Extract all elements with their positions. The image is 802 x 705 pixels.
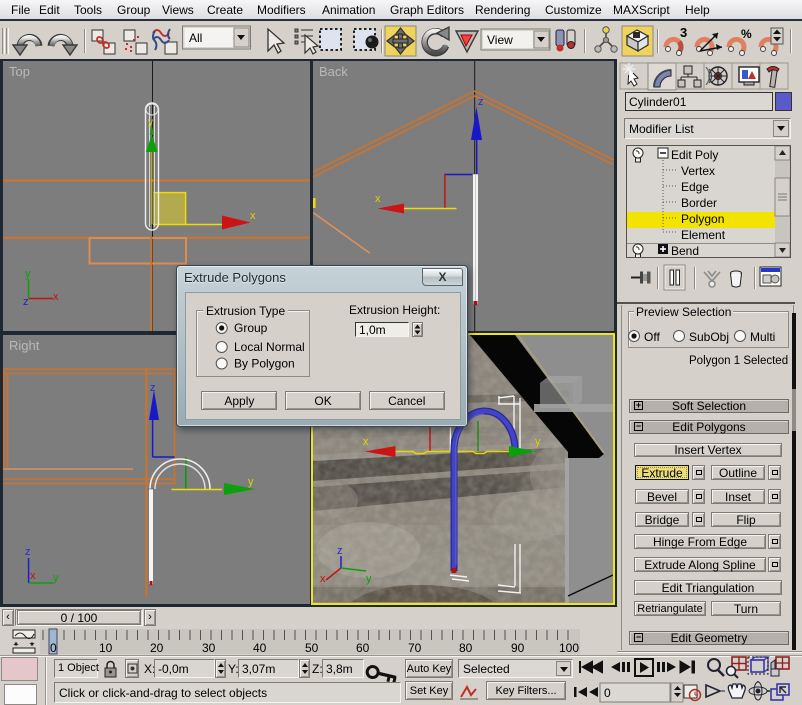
svg-text:y: y — [148, 117, 153, 128]
svg-text:x: x — [53, 291, 59, 303]
svg-text:Extrusion Height:: Extrusion Height: — [349, 303, 440, 317]
svg-text:All: All — [189, 31, 202, 45]
svg-text:By Polygon: By Polygon — [234, 357, 295, 371]
svg-text:x: x — [320, 573, 326, 585]
svg-text:Edit Poly: Edit Poly — [671, 148, 718, 162]
svg-text:90: 90 — [511, 641, 525, 655]
svg-text:0: 0 — [50, 641, 57, 655]
svg-text:20: 20 — [150, 641, 164, 655]
svg-text:z: z — [337, 545, 343, 557]
svg-text:Local Normal: Local Normal — [234, 340, 305, 354]
svg-text:Element: Element — [681, 228, 726, 242]
svg-text:y: y — [248, 476, 254, 488]
svg-text:z: z — [23, 296, 29, 308]
svg-text:z: z — [25, 546, 31, 558]
svg-text:0: 0 — [604, 686, 611, 700]
svg-text:Group: Group — [234, 321, 268, 335]
svg-text:10: 10 — [99, 641, 113, 655]
svg-text:Vertex: Vertex — [681, 164, 715, 178]
svg-text:%: % — [741, 27, 752, 41]
svg-text:x: x — [30, 570, 36, 582]
svg-text:60: 60 — [356, 641, 370, 655]
svg-text:z: z — [478, 96, 484, 108]
svg-text:y: y — [25, 268, 31, 280]
svg-text:Back: Back — [319, 64, 348, 79]
svg-text:x: x — [250, 210, 256, 222]
svg-text:40: 40 — [253, 641, 267, 655]
svg-text:30: 30 — [202, 641, 216, 655]
svg-text:Off: Off — [644, 330, 660, 344]
svg-text:x: x — [375, 193, 381, 205]
svg-text:Polygon: Polygon — [681, 212, 724, 226]
svg-text:y: y — [366, 573, 372, 585]
svg-text:x: x — [363, 436, 369, 448]
svg-text:SubObj: SubObj — [689, 330, 729, 344]
svg-text:z: z — [150, 382, 156, 394]
svg-text:Right: Right — [9, 338, 40, 353]
svg-text:View: View — [487, 33, 513, 47]
svg-text:y: y — [53, 572, 59, 584]
svg-text:Edge: Edge — [681, 180, 709, 194]
svg-text:y: y — [535, 436, 541, 448]
svg-text:100: 100 — [559, 641, 579, 655]
svg-text:70: 70 — [408, 641, 422, 655]
svg-text:50: 50 — [305, 641, 319, 655]
svg-text:Multi: Multi — [750, 330, 775, 344]
svg-text:3: 3 — [680, 25, 687, 40]
svg-text:Bend: Bend — [671, 244, 699, 257]
svg-text:Top: Top — [9, 64, 30, 79]
svg-text:Border: Border — [681, 196, 717, 210]
svg-text:80: 80 — [459, 641, 473, 655]
